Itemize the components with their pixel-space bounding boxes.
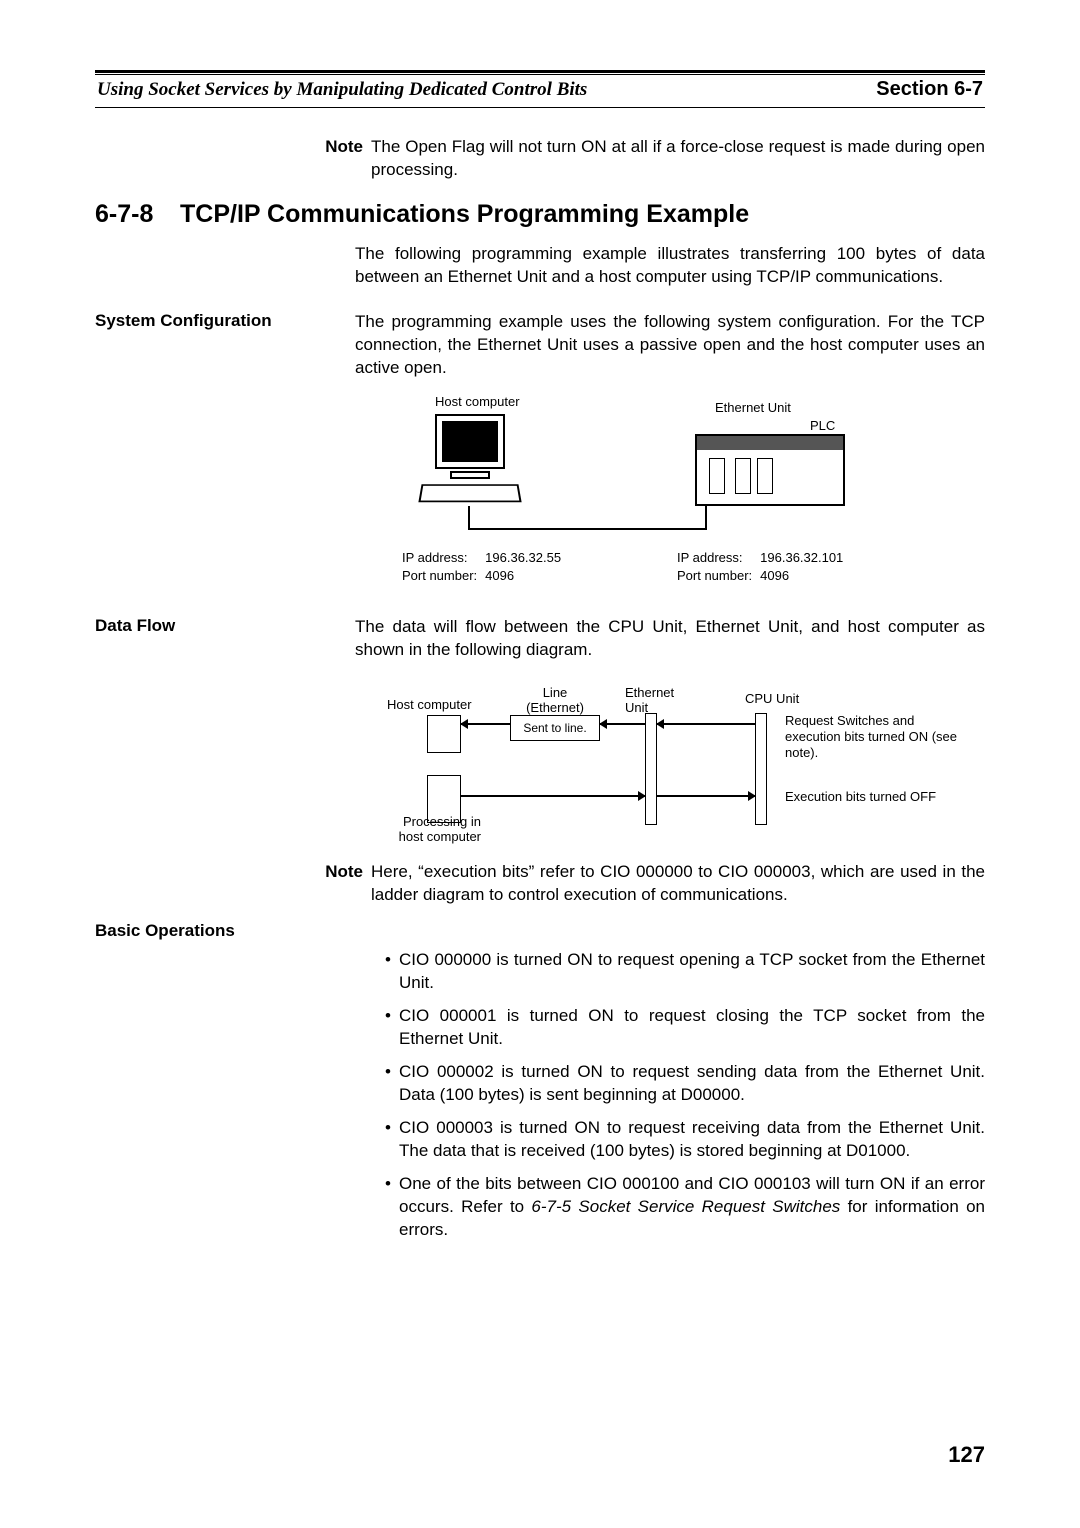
port-label: Port number: <box>677 568 758 584</box>
list-item: CIO 000003 is turned ON to request recei… <box>385 1117 985 1163</box>
plc-slot <box>709 458 725 494</box>
arrow-icon <box>600 723 645 725</box>
basicops-heading: Basic Operations <box>95 921 355 941</box>
arrow-icon <box>461 795 645 797</box>
list-item: One of the bits between CIO 000100 and C… <box>385 1173 985 1242</box>
note-label: Note <box>315 861 363 907</box>
basicops-body <box>355 921 985 941</box>
port-label: Port number: <box>402 568 483 584</box>
df-eth-label: Ethernet Unit <box>625 685 685 715</box>
section-number: 6-7-8 <box>95 200 180 229</box>
connector-line <box>468 528 707 530</box>
data-flow-figure: Host computer Line (Ethernet) Ethernet U… <box>355 675 985 855</box>
host-address-block: IP address:196.36.32.55 Port number:4096 <box>400 548 563 587</box>
system-configuration-figure: Host computer Ethernet Unit PLC IP addre… <box>355 394 985 594</box>
df-execoff-note: Execution bits turned OFF <box>785 789 985 804</box>
df-eth-lifeline <box>645 713 657 825</box>
note-text: Here, “execution bits” refer to CIO 0000… <box>371 861 985 907</box>
connector-line <box>468 506 470 528</box>
df-request-note: Request Switches and execution bits turn… <box>785 713 965 760</box>
fig-plc-label: PLC <box>810 418 835 433</box>
plc-icon <box>695 434 845 506</box>
monitor-base-icon <box>450 471 490 479</box>
plc-slot <box>757 458 773 494</box>
list-item: CIO 000002 is turned ON to request sendi… <box>385 1061 985 1107</box>
section-intro: The following programming example illust… <box>355 243 985 289</box>
connector-line <box>705 506 707 528</box>
df-cpu-lifeline <box>755 713 767 825</box>
note-text: The Open Flag will not turn ON at all if… <box>371 136 985 182</box>
list-item: CIO 000001 is turned ON to request closi… <box>385 1005 985 1051</box>
running-head-title: Using Socket Services by Manipulating De… <box>97 79 587 101</box>
arrow-icon <box>657 723 755 725</box>
plc-top-strip <box>697 436 843 450</box>
data-flow-block: Data Flow The data will flow between the… <box>95 616 985 662</box>
basic-operations-list: CIO 000000 is turned ON to request openi… <box>385 949 985 1241</box>
ip-label: IP address: <box>402 550 483 566</box>
header-rule-thick <box>95 70 985 73</box>
dataflow-note: Note Here, “execution bits” refer to CIO… <box>315 861 985 907</box>
system-configuration-block: System Configuration The programming exa… <box>95 311 985 380</box>
host-port: 4096 <box>485 568 561 584</box>
df-host-lifeline <box>427 715 461 753</box>
unit-port: 4096 <box>760 568 843 584</box>
arrow-icon <box>461 723 510 725</box>
note-label: Note <box>315 136 363 182</box>
list-item: CIO 000000 is turned ON to request openi… <box>385 949 985 995</box>
top-note: Note The Open Flag will not turn ON at a… <box>315 136 985 182</box>
fig-host-computer-label: Host computer <box>435 394 520 409</box>
arrow-icon <box>657 795 755 797</box>
host-ip: 196.36.32.55 <box>485 550 561 566</box>
fig-ethernet-unit-label: Ethernet Unit <box>715 400 791 415</box>
df-cpu-label: CPU Unit <box>745 691 799 706</box>
sysconf-body: The programming example uses the followi… <box>355 311 985 380</box>
sysconf-heading: System Configuration <box>95 311 355 380</box>
keyboard-icon <box>418 484 521 502</box>
unit-address-block: IP address:196.36.32.101 Port number:409… <box>675 548 845 587</box>
running-head-section: Section 6-7 <box>876 78 983 101</box>
header-rule-bottom <box>95 107 985 108</box>
dataflow-heading: Data Flow <box>95 616 355 662</box>
df-processing-label: Processing in host computer <box>371 815 481 845</box>
df-sent-to-line-box: Sent to line. <box>510 715 600 741</box>
unit-ip: 196.36.32.101 <box>760 550 843 566</box>
dataflow-body: The data will flow between the CPU Unit,… <box>355 616 985 662</box>
df-host-label: Host computer <box>387 697 472 712</box>
df-line-label: Line (Ethernet) <box>515 685 595 715</box>
basic-operations-block: Basic Operations <box>95 921 985 941</box>
ip-label: IP address: <box>677 550 758 566</box>
plc-slot <box>735 458 751 494</box>
section-heading: 6-7-8 TCP/IP Communications Programming … <box>95 200 985 229</box>
page-number: 127 <box>948 1442 985 1468</box>
running-head: Using Socket Services by Manipulating De… <box>95 75 985 107</box>
monitor-icon <box>435 414 505 469</box>
section-title: TCP/IP Communications Programming Exampl… <box>180 200 749 229</box>
cross-reference: 6-7-5 Socket Service Request Switches <box>531 1197 840 1216</box>
